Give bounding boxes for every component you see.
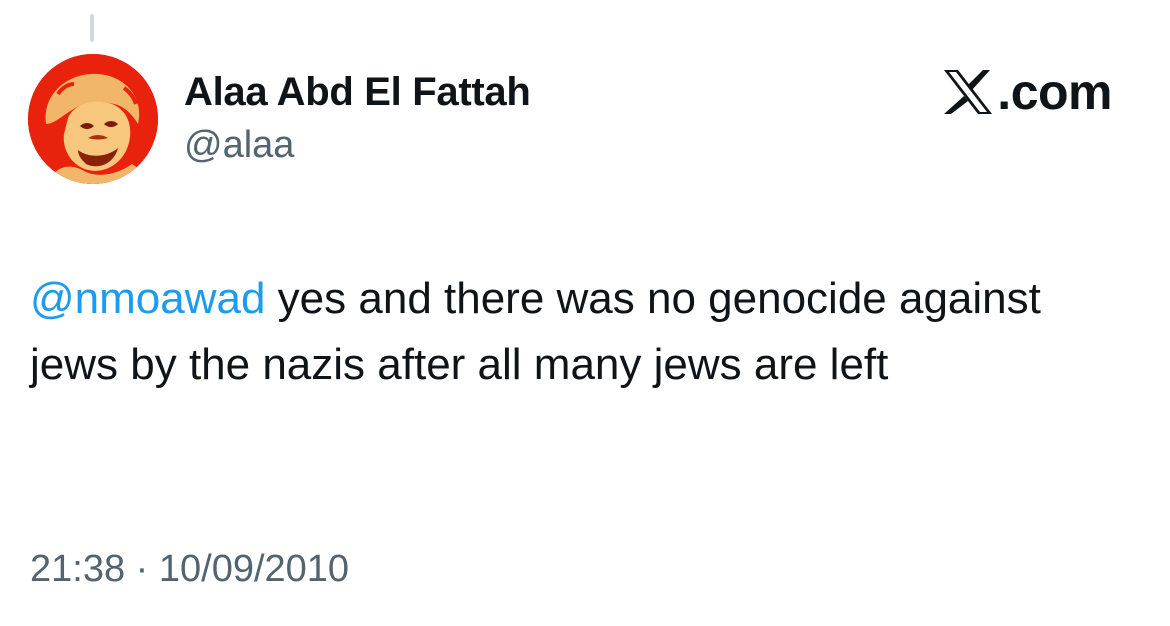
brand-logo: .com <box>942 64 1112 120</box>
thread-connector-line <box>90 14 94 42</box>
author-handle[interactable]: @alaa <box>184 124 294 167</box>
tweet-time: 21:38 <box>30 548 126 590</box>
brand-domain-label: .com <box>997 64 1112 120</box>
portrait-avatar-icon <box>28 54 158 184</box>
tweet-timestamp[interactable]: 21:38 · 10/09/2010 <box>30 548 349 591</box>
meta-separator: · <box>125 548 159 590</box>
avatar[interactable] <box>28 54 158 184</box>
tweet-body: @nmoawad yes and there was no genocide a… <box>30 266 1140 398</box>
x-logo-icon <box>944 70 993 114</box>
author-display-name[interactable]: Alaa Abd El Fattah <box>184 70 531 115</box>
tweet-date: 10/09/2010 <box>158 548 350 590</box>
mention-link[interactable]: @nmoawad <box>30 274 265 323</box>
